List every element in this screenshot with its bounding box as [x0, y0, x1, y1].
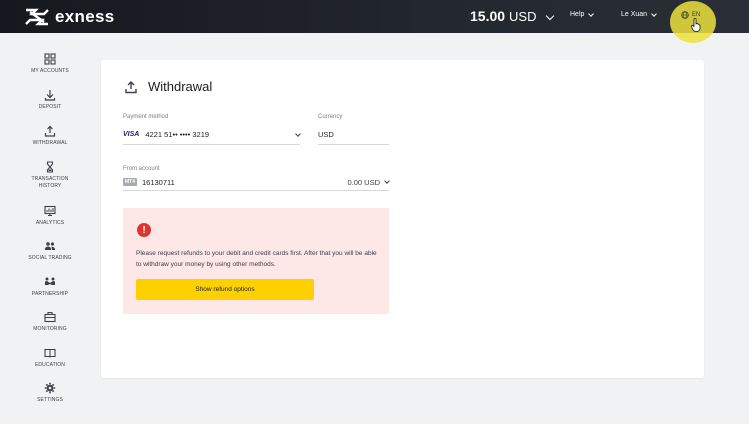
sidebar-item-label: WITHDRAWAL	[32, 140, 68, 146]
top-bar: exness 15.00 USD Help Le Xuan	[0, 0, 749, 33]
show-refund-options-button[interactable]: Show refund options	[136, 279, 314, 300]
withdrawal-header: Withdrawal	[124, 79, 212, 94]
account-balance-group: 0.00 USD	[347, 177, 390, 187]
refund-alert: ! Please request refunds to your debit a…	[123, 208, 389, 314]
sidebar-item-transaction-history[interactable]: TRANSACTION HISTORY	[0, 161, 100, 190]
download-icon	[44, 90, 56, 101]
hand-cursor-icon	[691, 18, 701, 32]
balance-currency: USD	[509, 9, 537, 24]
sidebar-item-label: EDUCATION	[35, 362, 65, 368]
sidebar-item-education[interactable]: EDUCATION	[0, 347, 100, 369]
grid-icon	[44, 53, 56, 65]
alert-message: Please request refunds to your debit and…	[136, 250, 377, 268]
withdrawal-card: Withdrawal Payment method VISA 4221 51••…	[101, 60, 704, 378]
sidebar-item-label: ANALYTICS	[35, 220, 65, 226]
currency-label: Currency	[318, 114, 343, 120]
account-balance: 0.00 USD	[347, 177, 380, 187]
sidebar-item-label: DEPOSIT	[38, 104, 62, 110]
chevron-down-icon	[545, 11, 554, 21]
sidebar-item-analytics[interactable]: ANALYTICS	[0, 205, 100, 227]
handshake-icon	[45, 277, 55, 285]
balance-dropdown[interactable]: 15.00 USD	[470, 8, 554, 24]
sidebar-item-monitoring[interactable]: MONITORING	[0, 311, 100, 333]
page-title: Withdrawal	[148, 79, 213, 94]
exness-logo[interactable]: exness	[24, 7, 114, 27]
sidebar-item-withdrawal[interactable]: WITHDRAWAL	[0, 125, 100, 147]
upload-icon	[125, 80, 137, 93]
user-name: Le Xuan	[621, 11, 648, 18]
help-menu[interactable]: Help	[570, 10, 595, 18]
globe-icon	[681, 11, 689, 19]
sidebar: MY ACCOUNTS DEPOSIT WITHDRAWAL TRANSACTI…	[0, 33, 100, 424]
sidebar-item-label: SETTINGS	[37, 397, 63, 403]
account-number: 16130711	[142, 177, 175, 187]
sidebar-item-label: PARTNERSHIP	[31, 291, 69, 297]
sidebar-item-settings[interactable]: SETTINGS	[0, 382, 100, 404]
from-account-select[interactable]: MT4 16130711 0.00 USD	[123, 174, 390, 191]
sidebar-item-label: MY ACCOUNTS	[31, 68, 69, 74]
sidebar-item-label: TRANSACTION HISTORY	[31, 176, 69, 189]
visa-logo: VISA	[123, 131, 140, 138]
briefcase-icon	[44, 311, 56, 323]
sidebar-item-my-accounts[interactable]: MY ACCOUNTS	[0, 53, 100, 75]
balance-amount: 15.00	[470, 8, 506, 24]
mt4-badge: MT4	[123, 178, 137, 186]
hourglass-icon	[46, 161, 54, 173]
logo-icon	[25, 8, 49, 26]
payment-method-select[interactable]: VISA 4221 51•• •••• 3219	[123, 125, 301, 145]
book-icon	[44, 348, 56, 358]
chevron-down-icon	[651, 10, 657, 17]
user-menu[interactable]: Le Xuan	[621, 10, 657, 18]
sidebar-item-deposit[interactable]: DEPOSIT	[0, 89, 100, 111]
from-account-label: From account	[123, 166, 160, 172]
chevron-down-icon	[295, 130, 301, 137]
sidebar-item-social-trading[interactable]: SOCIAL TRADING	[0, 240, 100, 262]
select-arrow	[291, 130, 301, 137]
brand-name: exness	[55, 7, 115, 26]
upload-icon	[44, 125, 56, 137]
chevron-down-icon	[384, 178, 390, 184]
payment-method-label: Payment method	[123, 114, 169, 120]
currency-field[interactable]: USD	[318, 125, 389, 145]
sidebar-item-label: MONITORING	[33, 326, 67, 332]
sidebar-item-partnership[interactable]: PARTNERSHIP	[0, 276, 100, 298]
exclamation-icon: !	[137, 223, 151, 237]
gear-icon	[44, 382, 56, 394]
currency-value: USD	[318, 130, 334, 139]
help-label: Help	[570, 11, 585, 18]
sidebar-item-label: SOCIAL TRADING	[28, 255, 72, 261]
chevron-down-icon	[588, 10, 595, 17]
people-icon	[44, 242, 56, 250]
card-number: 4221 51•• •••• 3219	[145, 130, 210, 139]
chart-icon	[44, 205, 56, 216]
